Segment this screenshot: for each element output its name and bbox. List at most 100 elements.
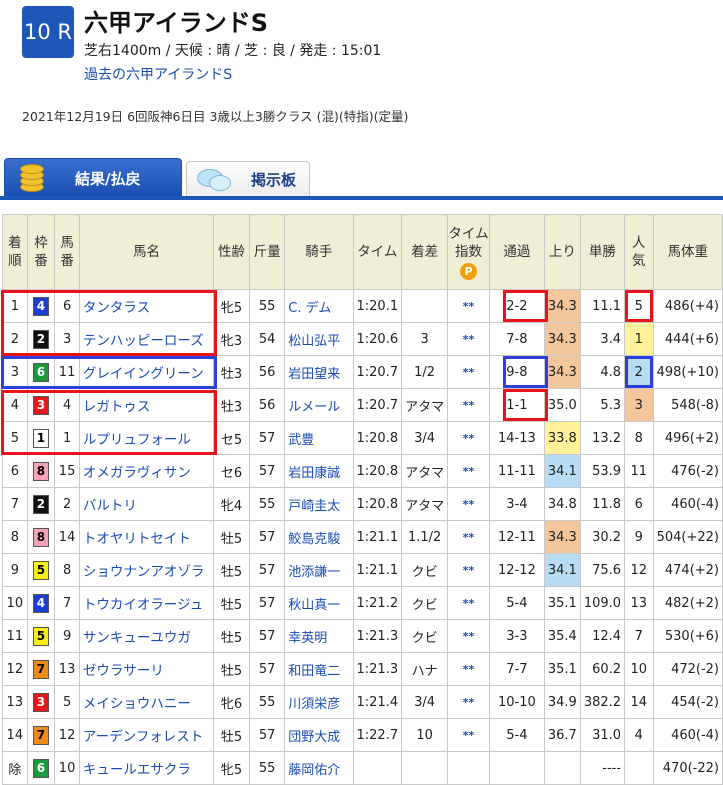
waku-badge: 8 xyxy=(32,461,49,481)
horse-name-link[interactable]: ゼウラサーリ xyxy=(83,663,164,679)
horse-name-link[interactable]: バルトリ xyxy=(83,498,137,514)
header-last3f: 上り xyxy=(543,214,581,290)
cell-time: 1:21.3 xyxy=(352,619,403,653)
jockey-link[interactable]: 池添謙一 xyxy=(288,565,340,580)
horse-name-link[interactable]: タンタラス xyxy=(83,300,150,316)
cell-weight: 57 xyxy=(248,652,286,686)
horse-name-link[interactable]: グレイイングリーン xyxy=(83,366,204,382)
cell-passing: 5-4 xyxy=(488,718,545,752)
jockey-link[interactable]: 武豊 xyxy=(288,433,314,448)
cell-name[interactable]: レガトゥス xyxy=(78,388,215,422)
cell-name[interactable]: ルプリュフォール xyxy=(78,421,215,455)
horse-name-link[interactable]: オメガラヴィサン xyxy=(83,465,191,481)
results-table: 着 順 枠 番 馬 番 馬名 性齢 斤量 騎手 タイム 着差 タイム 指数 P … xyxy=(2,214,723,785)
past-races-link[interactable]: 過去の六甲アイランドS xyxy=(84,64,232,84)
cell-jockey[interactable]: 戸崎圭太 xyxy=(284,487,354,521)
cell-waku: 2 xyxy=(26,322,56,356)
horse-name-link[interactable]: ルプリュフォール xyxy=(83,432,191,448)
jockey-link[interactable]: 鮫島克駿 xyxy=(288,532,340,547)
time-index-value: ** xyxy=(462,695,475,709)
cell-index: ** xyxy=(447,685,490,719)
cell-weight: 55 xyxy=(248,289,286,323)
cell-time: 1:20.8 xyxy=(352,421,403,455)
jockey-link[interactable]: 秋山真一 xyxy=(288,598,340,613)
cell-jockey[interactable]: 池添謙一 xyxy=(284,553,354,587)
time-index-value: ** xyxy=(462,662,475,676)
cell-jockey[interactable]: 幸英明 xyxy=(284,619,354,653)
horse-name-link[interactable]: トウカイオラージュ xyxy=(83,597,203,613)
cell-odds: 60.2 xyxy=(579,652,626,686)
cell-name[interactable]: テンハッピーローズ xyxy=(78,322,215,356)
cell-bodyweight: 504(+22) xyxy=(652,520,723,554)
jockey-link[interactable]: 幸英明 xyxy=(288,631,327,646)
cell-name[interactable]: トウカイオラージュ xyxy=(78,586,215,620)
cell-name[interactable]: オメガラヴィサン xyxy=(78,454,215,488)
cell-sexage: 牡5 xyxy=(213,619,250,653)
cell-sexage: 牡5 xyxy=(213,553,250,587)
horse-name-link[interactable]: レガトゥス xyxy=(83,399,151,415)
time-index-value: ** xyxy=(462,497,475,511)
jockey-link[interactable]: ルメール xyxy=(288,400,340,415)
cell-jockey[interactable]: ルメール xyxy=(284,388,354,422)
jockey-link[interactable]: C. デム xyxy=(288,301,331,316)
cell-name[interactable]: ゼウラサーリ xyxy=(78,652,215,686)
jockey-link[interactable]: 団野大成 xyxy=(288,730,340,745)
jockey-link[interactable]: 和田竜二 xyxy=(288,664,340,679)
jockey-link[interactable]: 岩田望来 xyxy=(288,367,340,382)
cell-margin: 10 xyxy=(401,718,449,752)
cell-name[interactable]: グレイイングリーン xyxy=(78,355,215,389)
cell-weight: 57 xyxy=(248,520,286,554)
cell-umaban: 12 xyxy=(54,718,80,752)
cell-passing: 1-1 xyxy=(488,388,545,422)
jockey-link[interactable]: 藤岡佑介 xyxy=(288,763,340,778)
cell-weight: 56 xyxy=(248,388,286,422)
horse-name-link[interactable]: ショウナンアオゾラ xyxy=(83,564,205,580)
cell-sexage: 牡3 xyxy=(213,355,250,389)
waku-badge: 6 xyxy=(32,362,49,382)
cell-name[interactable]: アーデンフォレスト xyxy=(78,718,215,752)
cell-name[interactable]: トオヤリトセイト xyxy=(78,520,215,554)
cell-index: ** xyxy=(447,355,490,389)
jockey-link[interactable]: 川須栄彦 xyxy=(288,697,340,712)
cell-jockey[interactable]: 岩田康誠 xyxy=(284,454,354,488)
cell-jockey[interactable]: 岩田望来 xyxy=(284,355,354,389)
horse-name-link[interactable]: トオヤリトセイト xyxy=(83,531,191,547)
cell-umaban: 13 xyxy=(54,652,80,686)
jockey-link[interactable]: 戸崎圭太 xyxy=(288,499,340,514)
cell-bodyweight: 444(+6) xyxy=(652,322,723,356)
cell-jockey[interactable]: 和田竜二 xyxy=(284,652,354,686)
cell-jockey[interactable]: 団野大成 xyxy=(284,718,354,752)
cell-name[interactable]: メイショウハニー xyxy=(78,685,215,719)
cell-name[interactable]: サンキューユウガ xyxy=(78,619,215,653)
cell-jockey[interactable]: 秋山真一 xyxy=(284,586,354,620)
cell-passing: 3-4 xyxy=(488,487,545,521)
horse-name-link[interactable]: アーデンフォレスト xyxy=(83,729,203,745)
horse-name-link[interactable]: テンハッピーローズ xyxy=(83,333,204,349)
cell-name[interactable]: タンタラス xyxy=(78,289,215,323)
cell-margin: 3/4 xyxy=(401,685,449,719)
header-margin: 着差 xyxy=(401,214,449,290)
cell-last3f: 35.1 xyxy=(543,652,581,686)
waku-badge: 5 xyxy=(32,626,49,646)
horse-name-link[interactable]: メイショウハニー xyxy=(83,696,191,712)
cell-jockey[interactable]: 鮫島克駿 xyxy=(284,520,354,554)
waku-badge: 5 xyxy=(32,560,49,580)
cell-rank: 3 xyxy=(2,355,28,389)
jockey-link[interactable]: 岩田康誠 xyxy=(288,466,340,481)
tab-board[interactable]: 掲示板 xyxy=(186,161,310,196)
horse-name-link[interactable]: サンキューユウガ xyxy=(83,630,191,646)
cell-jockey[interactable]: 松山弘平 xyxy=(284,322,354,356)
cell-jockey[interactable]: C. デム xyxy=(284,289,354,323)
cell-name[interactable]: バルトリ xyxy=(78,487,215,521)
cell-jockey[interactable]: 川須栄彦 xyxy=(284,685,354,719)
cell-name[interactable]: ショウナンアオゾラ xyxy=(78,553,215,587)
cell-jockey[interactable]: 武豊 xyxy=(284,421,354,455)
race-date-line: 2021年12月19日 6回阪神6日目 3歳以上3勝クラス (混)(特指)(定量… xyxy=(22,109,409,124)
horse-name-link[interactable]: キュールエサクラ xyxy=(83,762,191,778)
jockey-link[interactable]: 松山弘平 xyxy=(288,334,340,349)
cell-last3f: 34.9 xyxy=(543,685,581,719)
table-row: 2 2 3 テンハッピーローズ 牝3 54 松山弘平 1:20.6 3 ** 7-8 34.3 3.4 1… xyxy=(2,322,723,356)
tab-results[interactable]: 結果/払戻 xyxy=(4,158,182,197)
header-waku: 枠 番 xyxy=(26,214,56,290)
premium-p-icon[interactable]: P xyxy=(460,262,478,280)
